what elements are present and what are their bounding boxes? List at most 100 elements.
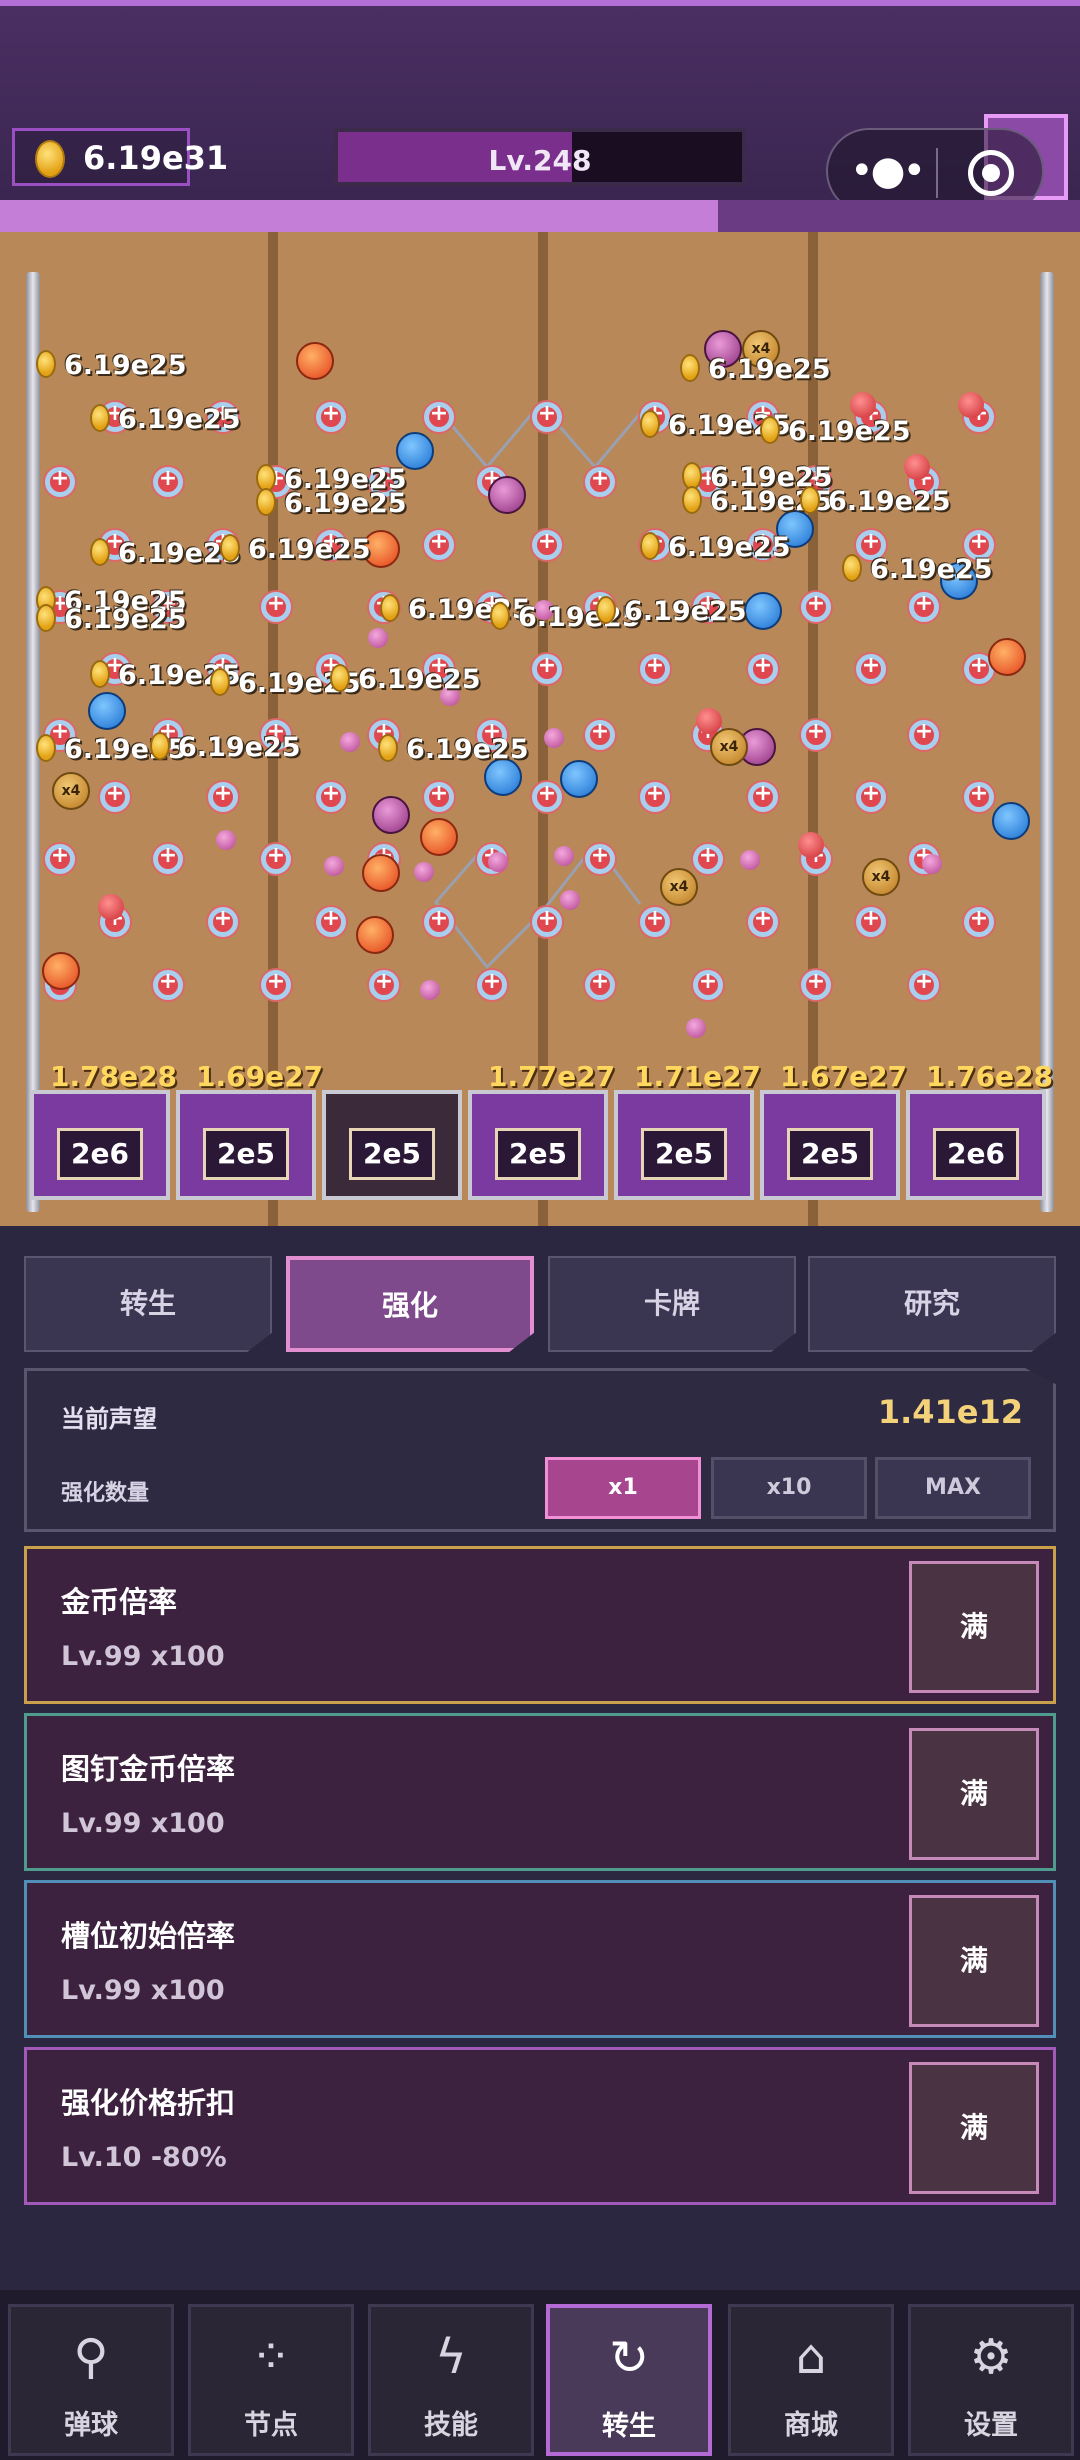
peg — [424, 781, 454, 812]
qty-max-button[interactable]: MAX — [875, 1457, 1031, 1519]
qty-x10-button[interactable]: x10 — [711, 1457, 867, 1519]
tab-rebirth[interactable]: 转生 — [24, 1256, 272, 1352]
peg — [801, 969, 831, 1000]
floating-coin-text: 6.19e25 — [90, 404, 241, 435]
coin-counter: 6.19e31 — [12, 128, 228, 186]
coin-icon — [490, 602, 510, 630]
floating-value: 6.19e25 — [248, 534, 371, 565]
floating-value: 6.19e25 — [64, 604, 187, 635]
prestige-panel: 当前声望 1.41e12 强化数量 x1 x10 MAX — [24, 1368, 1056, 1532]
peg — [424, 529, 454, 560]
peg — [261, 843, 291, 874]
coin-value: 6.19e31 — [83, 139, 229, 177]
floating-value: 6.19e25 — [788, 416, 911, 447]
pink-ball — [554, 846, 574, 866]
upgrade-level: Lv.99 x100 — [61, 1975, 225, 2006]
nav-skills[interactable]: ϟ 技能 — [368, 2304, 534, 2456]
nav-pinball[interactable]: ⚲ 弹球 — [8, 2304, 174, 2456]
floating-coin-text: 6.19e25 — [36, 604, 187, 635]
floating-value: 6.19e25 — [406, 734, 529, 765]
upgrade-level: Lv.99 x100 — [61, 1808, 225, 1839]
pink-ball — [368, 628, 388, 648]
peg — [585, 466, 615, 497]
peg — [693, 969, 723, 1000]
red-ball — [958, 392, 984, 418]
peg — [856, 906, 886, 937]
orange-ball — [42, 952, 80, 990]
floating-value: 6.19e25 — [828, 486, 951, 517]
tab-upgrade[interactable]: 强化 — [286, 1256, 534, 1352]
pink-ball — [922, 854, 942, 874]
peg — [424, 401, 454, 432]
coin-icon — [640, 532, 660, 560]
tab-research[interactable]: 研究 — [808, 1256, 1056, 1352]
more-dots-icon[interactable]: •●• — [850, 151, 926, 191]
pink-ball — [560, 890, 580, 910]
floating-value: 6.19e25 — [284, 488, 407, 519]
nav-label: 商城 — [784, 2410, 838, 2441]
peg — [316, 401, 346, 432]
prestige-label: 当前声望 — [61, 1405, 157, 1433]
peg — [477, 969, 507, 1000]
coin-icon — [330, 664, 350, 692]
nav-label: 设置 — [964, 2410, 1018, 2441]
floating-coin-text: 6.19e25 — [378, 734, 529, 765]
peg — [909, 969, 939, 1000]
peg — [801, 591, 831, 622]
coin-icon — [150, 732, 170, 760]
peg — [801, 719, 831, 750]
floating-value: 6.19e25 — [358, 664, 481, 695]
pinball-board[interactable]: x4x4x4x4x4 6.19e256.19e256.19e256.19e256… — [0, 232, 1080, 1226]
pink-ball — [324, 856, 344, 876]
nav-label: 转生 — [602, 2411, 656, 2442]
upgrade-name: 强化价格折扣 — [61, 2086, 236, 2120]
coin-icon — [35, 140, 65, 178]
coin-icon — [256, 488, 276, 516]
floating-coin-text: 6.19e25 — [760, 416, 911, 447]
purple-ball — [372, 796, 410, 834]
upgrade-max-button[interactable]: 满 — [909, 1561, 1039, 1693]
peg — [640, 653, 670, 684]
peg — [45, 843, 75, 874]
slot-total: 1.67e27 — [780, 1060, 908, 1093]
bottom-nav: ⚲ 弹球 ⁘ 节点 ϟ 技能 ↻ 转生 ⌂ 商城 ⚙ 设置 — [0, 2290, 1080, 2460]
peg — [532, 781, 562, 812]
floating-coin-text: 6.19e25 — [256, 488, 407, 519]
blue-ball — [744, 592, 782, 630]
peg — [316, 781, 346, 812]
upgrade-max-button[interactable]: 满 — [909, 1728, 1039, 1860]
xp-progress-fill — [0, 200, 719, 232]
peg — [208, 906, 238, 937]
nav-settings[interactable]: ⚙ 设置 — [908, 2304, 1074, 2456]
coin-icon — [90, 538, 110, 566]
gold-ball: x4 — [660, 868, 698, 906]
tab-bar: 转生 强化 卡牌 研究 — [24, 1256, 1056, 1354]
coin-icon — [800, 486, 820, 514]
coin-icon — [842, 554, 862, 582]
peg — [532, 906, 562, 937]
pink-ball — [420, 980, 440, 1000]
blue-ball — [992, 802, 1030, 840]
blue-ball — [88, 692, 126, 730]
tab-cards[interactable]: 卡牌 — [548, 1256, 796, 1352]
rebirth-icon: ↻ — [608, 2330, 650, 2386]
qty-x1-button[interactable]: x1 — [545, 1457, 701, 1519]
upgrade-max-button[interactable]: 满 — [909, 1895, 1039, 2027]
red-ball — [850, 392, 876, 418]
red-ball — [798, 832, 824, 858]
coin-icon — [36, 604, 56, 632]
nav-rebirth[interactable]: ↻ 转生 — [546, 2304, 712, 2456]
peg — [424, 906, 454, 937]
upgrade-card-coin-multiplier: 金币倍率 Lv.99 x100 满 — [24, 1546, 1056, 1704]
target-close-icon[interactable] — [968, 150, 1014, 196]
nav-nodes[interactable]: ⁘ 节点 — [188, 2304, 354, 2456]
floating-value: 6.19e25 — [708, 354, 831, 385]
nav-shop[interactable]: ⌂ 商城 — [728, 2304, 894, 2456]
slot-total: 1.76e28 — [926, 1060, 1054, 1093]
upgrade-max-button[interactable]: 满 — [909, 2062, 1039, 2194]
peg — [316, 906, 346, 937]
floating-coin-text: 6.19e25 — [842, 554, 993, 585]
peg — [45, 466, 75, 497]
orange-ball — [362, 854, 400, 892]
coin-icon — [640, 410, 660, 438]
